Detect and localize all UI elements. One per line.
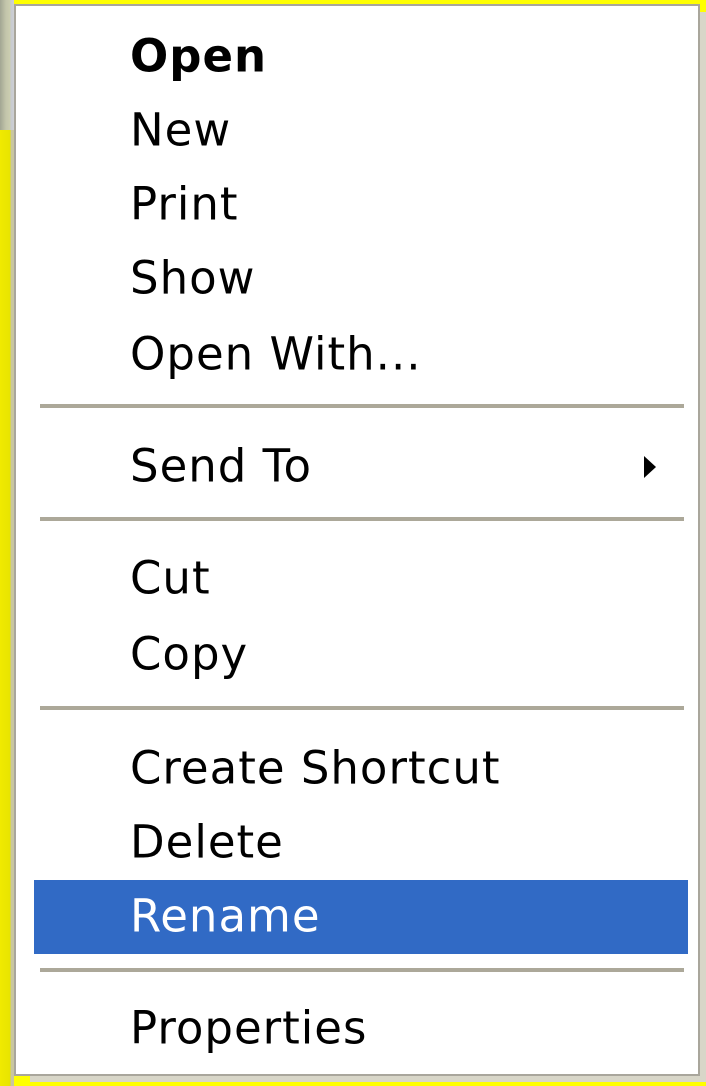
screen: Open New Print Show Open With... Send To…	[0, 0, 706, 1086]
menu-item-create-shortcut[interactable]: Create Shortcut	[34, 732, 688, 806]
menu-item-label: Cut	[130, 551, 211, 605]
desktop-edge	[0, 0, 14, 1086]
menu-item-print[interactable]: Print	[34, 168, 688, 242]
menu-item-cut[interactable]: Cut	[34, 542, 688, 616]
menu-item-label: New	[130, 103, 232, 157]
menu-item-copy[interactable]: Copy	[34, 618, 688, 692]
context-menu: Open New Print Show Open With... Send To…	[14, 4, 700, 1076]
window-edge-fragment	[0, 0, 14, 130]
menu-separator	[40, 517, 684, 521]
menu-item-open-with[interactable]: Open With...	[34, 318, 688, 392]
menu-item-label: Send To	[130, 439, 313, 493]
menu-shadow-right	[700, 12, 706, 1082]
menu-item-rename[interactable]: Rename	[34, 880, 688, 954]
menu-shadow-bottom	[30, 1076, 702, 1082]
menu-item-label: Properties	[130, 1001, 368, 1055]
menu-separator	[40, 404, 684, 408]
menu-item-properties[interactable]: Properties	[34, 992, 688, 1066]
menu-item-label: Copy	[130, 627, 249, 681]
menu-item-open[interactable]: Open	[34, 20, 688, 94]
menu-item-new[interactable]: New	[34, 94, 688, 168]
menu-item-show[interactable]: Show	[34, 242, 688, 316]
menu-separator	[40, 706, 684, 710]
menu-item-delete[interactable]: Delete	[34, 806, 688, 880]
menu-item-label: Print	[130, 177, 239, 231]
menu-item-label: Rename	[130, 889, 321, 943]
submenu-arrow-icon	[644, 456, 656, 478]
menu-item-label: Create Shortcut	[130, 741, 501, 795]
menu-item-label: Delete	[130, 815, 284, 869]
menu-item-label: Open With...	[130, 327, 422, 381]
menu-item-send-to[interactable]: Send To	[34, 430, 688, 504]
menu-separator	[40, 968, 684, 972]
menu-item-label: Show	[130, 251, 256, 305]
menu-item-label: Open	[130, 29, 268, 83]
